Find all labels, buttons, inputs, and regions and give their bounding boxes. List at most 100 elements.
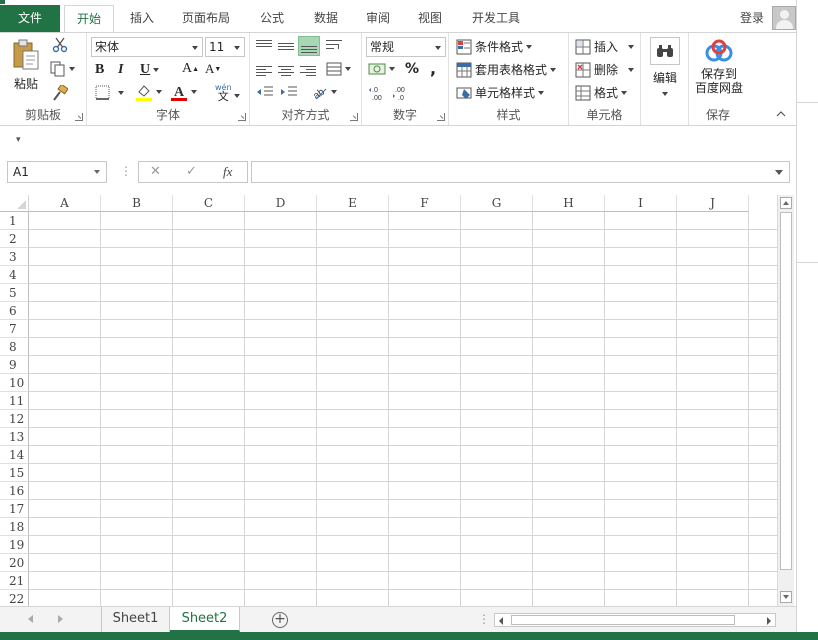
row-header[interactable]: 9 bbox=[0, 356, 29, 374]
percent-button[interactable]: % bbox=[405, 61, 419, 77]
row-header[interactable]: 21 bbox=[0, 572, 29, 590]
formula-input[interactable] bbox=[251, 161, 790, 183]
font-color-button[interactable]: A bbox=[170, 83, 197, 101]
column-header[interactable]: D bbox=[245, 195, 317, 212]
italic-button[interactable]: I bbox=[118, 62, 123, 78]
bold-button[interactable]: B bbox=[95, 62, 104, 78]
select-all-button[interactable] bbox=[0, 195, 29, 212]
scroll-down-icon[interactable] bbox=[780, 591, 792, 603]
insert-function-button[interactable]: fx bbox=[223, 164, 232, 180]
font-size-select[interactable]: 11 bbox=[205, 37, 245, 57]
row-header[interactable]: 11 bbox=[0, 392, 29, 410]
row-header[interactable]: 8 bbox=[0, 338, 29, 356]
scroll-left-icon[interactable] bbox=[499, 617, 503, 625]
row-header[interactable]: 1 bbox=[0, 212, 29, 230]
align-left-button[interactable] bbox=[256, 63, 274, 81]
row-header[interactable]: 10 bbox=[0, 374, 29, 392]
dialog-launcher-icon[interactable] bbox=[75, 113, 83, 121]
tab-home[interactable]: 开始 bbox=[64, 5, 114, 33]
column-header[interactable]: B bbox=[101, 195, 173, 212]
row-header[interactable]: 20 bbox=[0, 554, 29, 572]
chevron-down-icon[interactable] bbox=[234, 94, 240, 98]
column-header[interactable]: F bbox=[389, 195, 461, 212]
format-as-table-button[interactable]: 套用表格格式 bbox=[456, 61, 557, 78]
row-header[interactable]: 16 bbox=[0, 482, 29, 500]
underline-button[interactable]: U bbox=[140, 62, 160, 78]
row-header[interactable]: 2 bbox=[0, 230, 29, 248]
increase-indent-button[interactable] bbox=[280, 85, 298, 99]
phonetic-button[interactable]: wén 文 bbox=[215, 83, 232, 102]
copy-button[interactable] bbox=[50, 61, 75, 77]
prev-sheet-icon[interactable] bbox=[28, 615, 33, 623]
dialog-launcher-icon[interactable] bbox=[238, 113, 246, 121]
dialog-launcher-icon[interactable] bbox=[350, 113, 358, 121]
tab-view[interactable]: 视图 bbox=[408, 5, 452, 32]
column-header[interactable]: A bbox=[29, 195, 101, 212]
cut-button[interactable] bbox=[52, 37, 68, 53]
delete-cells-button[interactable]: 删除 bbox=[575, 61, 635, 78]
accounting-format-button[interactable] bbox=[368, 61, 395, 77]
align-bottom-button[interactable] bbox=[298, 36, 320, 56]
avatar-icon[interactable] bbox=[772, 6, 796, 30]
comma-button[interactable]: , bbox=[430, 59, 436, 78]
format-painter-button[interactable] bbox=[52, 85, 68, 101]
tab-file[interactable]: 文件 bbox=[0, 5, 60, 32]
row-header[interactable]: 15 bbox=[0, 464, 29, 482]
drag-handle-icon[interactable]: ⋮ bbox=[120, 164, 132, 178]
tab-formulas[interactable]: 公式 bbox=[250, 5, 294, 32]
align-right-button[interactable] bbox=[300, 63, 318, 81]
next-sheet-icon[interactable] bbox=[58, 615, 63, 623]
decrease-decimal-button[interactable]: .00.0 bbox=[392, 85, 410, 101]
row-header[interactable]: 19 bbox=[0, 536, 29, 554]
row-header[interactable]: 3 bbox=[0, 248, 29, 266]
row-header[interactable]: 4 bbox=[0, 266, 29, 284]
tab-page-layout[interactable]: 页面布局 bbox=[174, 5, 238, 32]
column-header[interactable]: C bbox=[173, 195, 245, 212]
scroll-thumb[interactable] bbox=[780, 212, 792, 570]
enter-icon[interactable]: ✓ bbox=[186, 164, 197, 179]
increase-decimal-button[interactable]: .0.00 bbox=[368, 85, 386, 101]
grow-font-button[interactable]: A ▲ bbox=[182, 61, 199, 77]
align-top-button[interactable] bbox=[256, 37, 274, 55]
cancel-icon[interactable]: ✕ bbox=[150, 164, 161, 179]
add-sheet-button[interactable]: + bbox=[272, 612, 288, 628]
paste-button[interactable]: 粘贴 bbox=[8, 39, 44, 95]
vertical-scrollbar[interactable] bbox=[777, 195, 794, 606]
row-header[interactable]: 14 bbox=[0, 446, 29, 464]
row-header[interactable]: 12 bbox=[0, 410, 29, 428]
row-header[interactable]: 6 bbox=[0, 302, 29, 320]
row-header[interactable]: 18 bbox=[0, 518, 29, 536]
editing-button[interactable]: 编辑 bbox=[649, 37, 681, 107]
scroll-up-icon[interactable] bbox=[780, 197, 792, 209]
dialog-launcher-icon[interactable] bbox=[437, 113, 445, 121]
column-header[interactable]: G bbox=[461, 195, 533, 212]
format-cells-button[interactable]: 格式 bbox=[575, 84, 628, 101]
row-header[interactable]: 5 bbox=[0, 284, 29, 302]
align-middle-button[interactable] bbox=[278, 37, 296, 55]
scroll-right-icon[interactable] bbox=[767, 617, 771, 625]
wrap-text-button[interactable] bbox=[326, 37, 346, 55]
decrease-indent-button[interactable] bbox=[256, 85, 274, 99]
column-header[interactable]: H bbox=[533, 195, 605, 212]
borders-button[interactable] bbox=[95, 85, 124, 100]
font-name-select[interactable]: 宋体 bbox=[91, 37, 203, 57]
name-box[interactable]: A1 bbox=[7, 161, 107, 183]
column-header[interactable]: J bbox=[677, 195, 749, 212]
conditional-formatting-button[interactable]: 条件格式 bbox=[456, 38, 533, 55]
scroll-thumb[interactable] bbox=[511, 615, 735, 625]
align-center-button[interactable] bbox=[278, 63, 296, 81]
tab-review[interactable]: 审阅 bbox=[356, 5, 400, 32]
tab-data[interactable]: 数据 bbox=[304, 5, 348, 32]
row-header[interactable]: 17 bbox=[0, 500, 29, 518]
row-header[interactable]: 22 bbox=[0, 590, 29, 606]
save-to-baidu-button[interactable]: 保存到 百度网盘 bbox=[691, 39, 747, 103]
number-format-select[interactable]: 常规 bbox=[366, 37, 446, 57]
cell-area[interactable] bbox=[29, 212, 777, 606]
column-header[interactable]: I bbox=[605, 195, 677, 212]
tab-developer[interactable]: 开发工具 bbox=[464, 5, 528, 32]
row-header[interactable]: 7 bbox=[0, 320, 29, 338]
customize-toolbar-icon[interactable]: ▾ bbox=[16, 135, 21, 145]
sheet-tab[interactable]: Sheet2 bbox=[170, 607, 240, 632]
drag-handle-icon[interactable]: ⋮ bbox=[478, 612, 490, 626]
row-header[interactable]: 13 bbox=[0, 428, 29, 446]
